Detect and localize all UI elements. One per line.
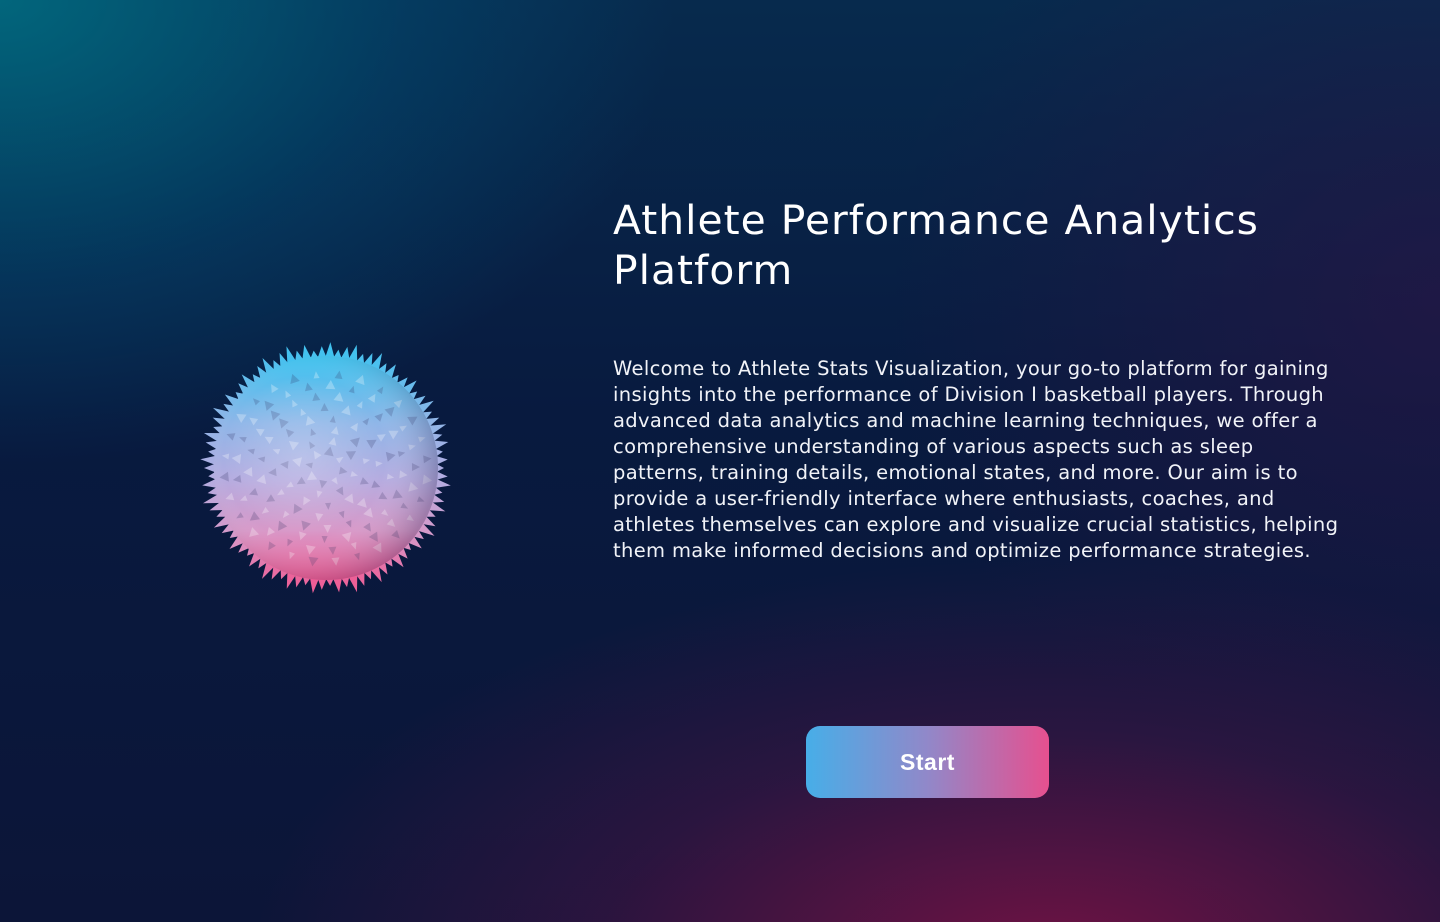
spiky-sphere-icon [200, 342, 451, 594]
page-title: Athlete Performance Analytics Platform [613, 198, 1259, 294]
hero-visual [190, 330, 470, 610]
intro-paragraph: Welcome to Athlete Stats Visualization, … [613, 357, 1339, 562]
start-button[interactable]: Start [806, 726, 1049, 798]
